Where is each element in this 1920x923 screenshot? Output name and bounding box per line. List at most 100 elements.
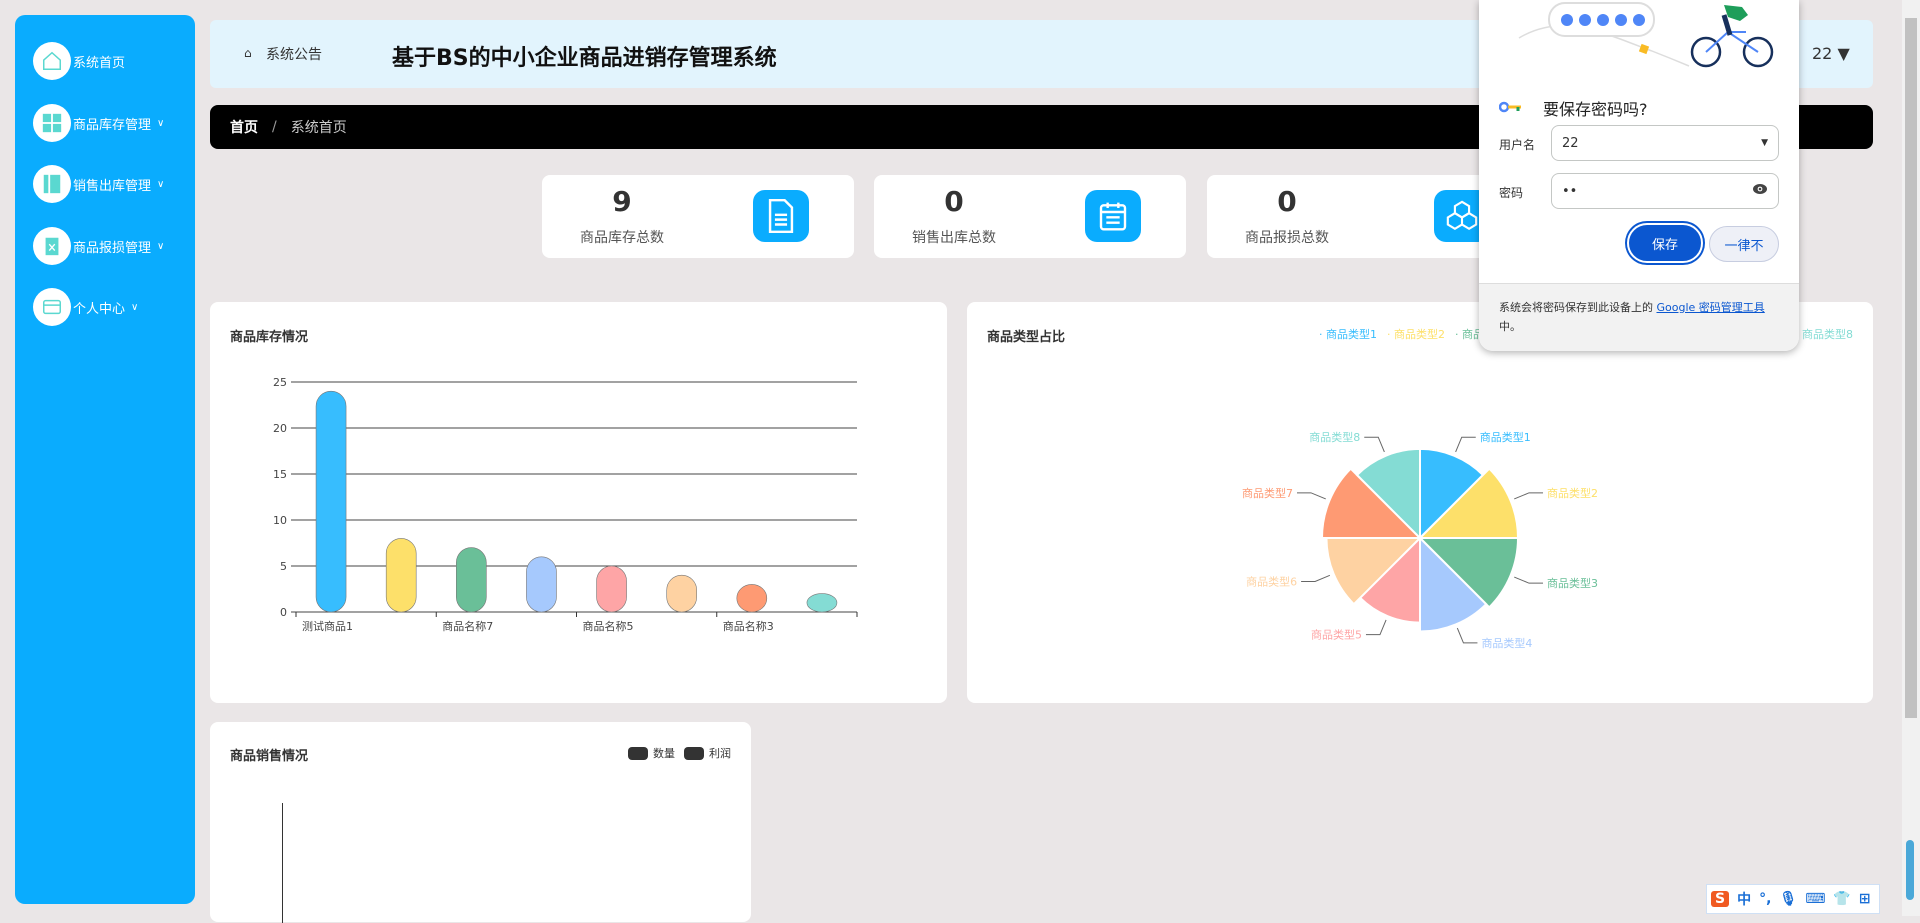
y-tick-label: 25 — [273, 376, 287, 389]
grid-menu-icon[interactable]: ⊞ — [1859, 891, 1871, 907]
ime-toolbar: S 中 °, 🎙 ⌨ 👕 ⊞ — [1706, 884, 1880, 914]
chevron-down-icon: ∨ — [157, 117, 165, 129]
bar — [736, 584, 768, 613]
y-tick-label: 15 — [273, 468, 287, 481]
legend-quantity[interactable]: 数量 — [653, 745, 675, 761]
label-line — [1364, 436, 1385, 453]
dialog-title: 要保存密码吗? — [1543, 100, 1648, 119]
username-select[interactable]: 22 ▼ — [1551, 125, 1779, 161]
y-axis-line — [282, 803, 283, 923]
label-line — [1365, 619, 1387, 636]
legend-swatch-quantity — [628, 746, 648, 760]
sidebar-item-home[interactable]: 系统首页 — [33, 41, 193, 81]
x-tick-label: 商品名称7 — [442, 619, 493, 633]
sidebar-item-damage[interactable]: 商品报损管理 ∨ — [33, 226, 193, 266]
label-line — [1456, 627, 1478, 644]
breadcrumb-home[interactable]: 首页 — [230, 117, 258, 137]
bar — [526, 556, 557, 613]
chevron-down-icon: ∨ — [157, 240, 165, 252]
user-name: 22 — [1812, 44, 1833, 63]
x-tick-label: 商品名称5 — [583, 619, 634, 633]
type-pie-chart: 商品类型1 商品类型2 商品类型3 商品类型4 商品类型5 商品类型6 商品类型7 商品类型8 — [1242, 430, 1598, 650]
ime-mode[interactable]: 中 — [1737, 889, 1751, 909]
bar — [385, 538, 417, 613]
sidebar-item-stock[interactable]: 商品库存管理 ∨ — [33, 103, 193, 143]
sidebar-item-profile[interactable]: 个人中心 ∨ — [33, 287, 193, 327]
notice-link[interactable]: 系统公告 — [266, 44, 322, 64]
keyboard-icon[interactable]: ⌨ — [1805, 891, 1825, 907]
notice-icon: ⌂ — [244, 46, 252, 60]
label-line — [1514, 576, 1544, 584]
bar — [596, 565, 627, 613]
scrollbar-thumb[interactable] — [1905, 18, 1917, 718]
y-tick-label: 0 — [280, 606, 287, 619]
slice-label: 商品类型8 — [1309, 430, 1360, 444]
caret-down-icon: ▼ — [1837, 44, 1850, 63]
stat-value: 0 — [944, 185, 964, 218]
wallet-icon — [33, 288, 71, 326]
never-button[interactable]: 一律不 — [1709, 226, 1779, 262]
y-tick-label: 10 — [273, 514, 287, 527]
stat-card-damage: 0 商品报损总数 — [1207, 175, 1519, 258]
side-handle[interactable] — [1906, 840, 1914, 900]
slice-label: 商品类型2 — [1547, 486, 1598, 500]
sidebar-item-label: 销售出库管理 — [73, 178, 152, 194]
scrollbar[interactable] — [1902, 0, 1920, 916]
sales-legend: 数量 利润 — [628, 745, 731, 761]
eye-icon[interactable] — [1752, 183, 1768, 199]
clipboard-x-icon — [33, 227, 71, 265]
footer-text: 系统会将密码保存到此设备上的 — [1499, 301, 1657, 314]
slice-label: 商品类型5 — [1311, 628, 1362, 642]
calendar-list-icon — [1085, 190, 1141, 242]
chevron-down-icon: ∨ — [131, 301, 139, 313]
key-icon — [1498, 98, 1523, 117]
book-icon — [33, 165, 71, 203]
user-menu[interactable]: 22 ▼ — [1812, 44, 1850, 63]
stat-label: 销售出库总数 — [912, 230, 996, 246]
stock-bar-chart: 0 5 10 15 20 25 测试商品1 商品名称7 商品名称5 商品名称3 — [273, 376, 858, 633]
slice-label: 商品类型6 — [1246, 574, 1297, 588]
sogou-logo[interactable]: S — [1711, 891, 1730, 907]
stat-card-stock: 9 商品库存总数 — [542, 175, 854, 258]
document-icon — [753, 190, 809, 242]
save-button[interactable]: 保存 — [1627, 223, 1703, 263]
password-value: •• — [1562, 183, 1578, 199]
sidebar-item-label: 个人中心 — [73, 301, 126, 317]
slice-label: 商品类型4 — [1481, 636, 1532, 650]
stat-value: 9 — [612, 185, 632, 218]
breadcrumb-current: 系统首页 — [290, 120, 347, 136]
chevron-down-icon: ∨ — [157, 178, 165, 190]
sidebar-item-label: 商品库存管理 — [73, 117, 152, 133]
home-icon — [33, 42, 71, 80]
bar — [315, 390, 347, 613]
bar — [456, 547, 487, 613]
username-value: 22 — [1562, 135, 1579, 151]
sidebar-item-sales[interactable]: 销售出库管理 ∨ — [33, 164, 193, 204]
bar — [806, 593, 838, 613]
sidebar: 系统首页 商品库存管理 ∨ 销售出库管理 ∨ 商品报损管理 ∨ 个人中心 ∨ — [15, 15, 195, 904]
username-label: 用户名 — [1499, 138, 1536, 152]
page-title: 基于BS的中小企业商品进销存管理系统 — [392, 46, 777, 71]
chart-title: 商品销售情况 — [230, 749, 309, 764]
label-line — [1296, 492, 1326, 500]
password-manager-link[interactable]: Google 密码管理工具 — [1657, 301, 1765, 314]
caret-down-icon: ▼ — [1761, 138, 1768, 148]
stock-chart-card: 商品库存情况 0 5 10 15 20 25 测试商品1 商品名称7 商品名称5 商品名称3 — [210, 302, 947, 703]
slice-label: 商品类型7 — [1242, 486, 1293, 500]
legend-profit[interactable]: 利润 — [709, 745, 731, 761]
legend-swatch-profit — [684, 746, 704, 760]
dialog-footer: 系统会将密码保存到此设备上的 Google 密码管理工具中。 — [1479, 283, 1799, 351]
grid-icon — [33, 104, 71, 142]
stat-card-sales: 0 销售出库总数 — [874, 175, 1186, 258]
password-field[interactable]: •• — [1551, 173, 1779, 209]
footer-end: 中。 — [1499, 320, 1521, 333]
save-password-dialog: 要保存密码吗? 用户名 22 ▼ 密码 •• 保存 一律不 系统会将密码保存到此设… — [1479, 0, 1799, 351]
ime-punct[interactable]: °, — [1759, 891, 1771, 907]
y-tick-label: 5 — [280, 560, 287, 573]
slice-label: 商品类型3 — [1547, 576, 1598, 590]
cyclist-illustration — [1518, 2, 1774, 68]
x-tick-label: 商品名称3 — [723, 619, 774, 633]
shirt-icon[interactable]: 👕 — [1833, 891, 1850, 907]
microphone-icon[interactable]: 🎙 — [1779, 891, 1797, 907]
sales-chart-card: 商品销售情况 数量 利润 — [210, 722, 751, 923]
